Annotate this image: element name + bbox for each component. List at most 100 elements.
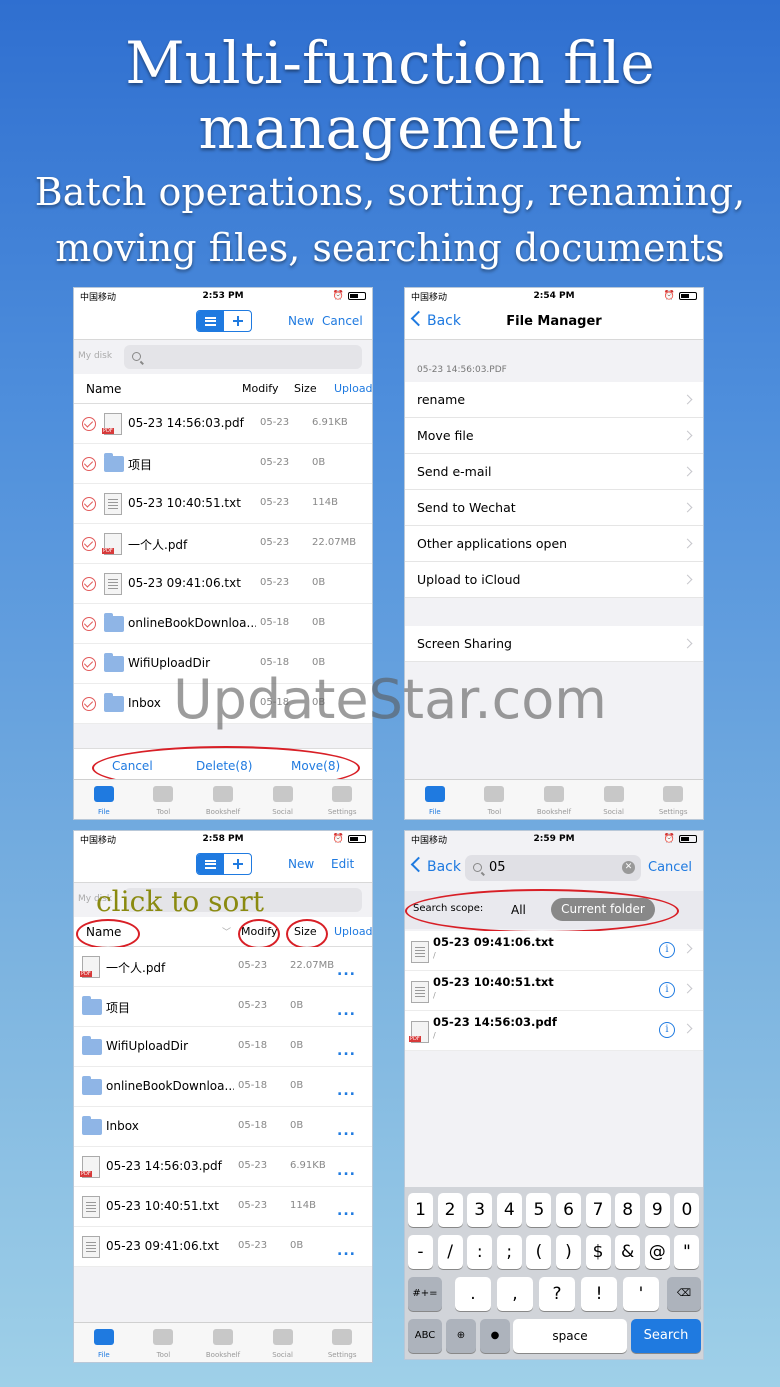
info-icon[interactable]: i (659, 942, 675, 958)
key[interactable]: ' (623, 1277, 659, 1311)
key[interactable]: . (455, 1277, 491, 1311)
menu-item[interactable]: Upload to iCloud (405, 562, 703, 598)
key[interactable]: 3 (467, 1193, 493, 1227)
key[interactable]: @ (644, 1235, 670, 1269)
tab-settings[interactable]: Settings (312, 1323, 372, 1362)
globe-icon[interactable]: ⊕ (446, 1319, 476, 1353)
key[interactable]: ( (526, 1235, 552, 1269)
backspace-icon[interactable]: ⌫ (667, 1277, 701, 1311)
upload-button[interactable]: Upload (334, 382, 372, 395)
checkbox-checked-icon[interactable] (82, 577, 96, 591)
sort-name-button[interactable]: Name (86, 382, 121, 396)
new-button[interactable]: New (288, 857, 314, 871)
key[interactable]: 1 (408, 1193, 433, 1227)
key[interactable]: 7 (585, 1193, 611, 1227)
back-button[interactable]: Back (413, 859, 461, 875)
tab-file[interactable]: File (74, 780, 134, 819)
list-item[interactable]: Inbox 05-18 0B... (74, 1107, 372, 1147)
upload-button[interactable]: Upload (334, 925, 372, 938)
grid-view-icon[interactable] (224, 311, 251, 331)
key[interactable]: 9 (644, 1193, 670, 1227)
key[interactable]: , (497, 1277, 533, 1311)
cancel-button[interactable]: Cancel (648, 860, 692, 875)
menu-item[interactable]: Other applications open (405, 526, 703, 562)
menu-item[interactable]: Screen Sharing (405, 626, 703, 662)
tab-settings[interactable]: Settings (643, 780, 703, 819)
tab-bookshelf[interactable]: Bookshelf (193, 1323, 253, 1362)
checkbox-checked-icon[interactable] (82, 457, 96, 471)
info-icon[interactable]: i (659, 1022, 675, 1038)
cancel-button[interactable]: Cancel (322, 314, 363, 328)
key[interactable]: - (408, 1235, 433, 1269)
more-options-button[interactable]: ... (337, 1003, 356, 1019)
tab-settings[interactable]: Settings (312, 780, 372, 819)
key[interactable]: / (437, 1235, 463, 1269)
space-key[interactable]: space (513, 1319, 627, 1353)
checkbox-checked-icon[interactable] (82, 617, 96, 631)
search-result-item[interactable]: 05-23 09:41:06.txt / i (405, 931, 703, 971)
sort-size-button[interactable]: Size (294, 382, 317, 395)
list-item[interactable]: 05-23 14:56:03.pdf 05-23 6.91KB... (74, 1147, 372, 1187)
tab-social[interactable]: Social (253, 1323, 313, 1362)
new-button[interactable]: New (288, 314, 314, 328)
tab-social[interactable]: Social (584, 780, 644, 819)
key[interactable]: 2 (437, 1193, 463, 1227)
list-item[interactable]: 05-23 10:40:51.txt 05-23 114B... (74, 1187, 372, 1227)
key[interactable]: 6 (556, 1193, 581, 1227)
checkbox-checked-icon[interactable] (82, 537, 96, 551)
more-options-button[interactable]: ... (337, 1083, 356, 1099)
key[interactable]: ! (581, 1277, 617, 1311)
list-item[interactable]: onlineBookDownloa... 05-18 0B... (74, 1067, 372, 1107)
tab-social[interactable]: Social (253, 780, 313, 819)
key[interactable]: 8 (615, 1193, 641, 1227)
tab-bookshelf[interactable]: Bookshelf (193, 780, 253, 819)
key[interactable]: ) (556, 1235, 581, 1269)
key[interactable]: 0 (674, 1193, 700, 1227)
menu-item[interactable]: Move file (405, 418, 703, 454)
more-options-button[interactable]: ... (337, 1123, 356, 1139)
key[interactable]: : (467, 1235, 493, 1269)
checkbox-checked-icon[interactable] (82, 417, 96, 431)
more-options-button[interactable]: ... (337, 1163, 356, 1179)
search-result-item[interactable]: 05-23 14:56:03.pdf / i (405, 1011, 703, 1051)
list-item[interactable]: 项目 05-23 0B (74, 444, 372, 484)
tab-tool[interactable]: Tool (134, 780, 194, 819)
list-item[interactable]: 05-23 14:56:03.pdf 05-23 6.91KB (74, 404, 372, 444)
more-options-button[interactable]: ... (337, 1243, 356, 1259)
symbols-key[interactable]: #+= (408, 1277, 442, 1311)
key[interactable]: ; (496, 1235, 522, 1269)
search-key[interactable]: Search (631, 1319, 701, 1353)
edit-button[interactable]: Edit (331, 857, 354, 871)
list-item[interactable]: 项目 05-23 0B... (74, 987, 372, 1027)
search-result-item[interactable]: 05-23 10:40:51.txt / i (405, 971, 703, 1011)
list-item[interactable]: 05-23 09:41:06.txt 05-23 0B (74, 564, 372, 604)
more-options-button[interactable]: ... (337, 1203, 356, 1219)
tab-bookshelf[interactable]: Bookshelf (524, 780, 584, 819)
key[interactable]: " (674, 1235, 700, 1269)
more-options-button[interactable]: ... (337, 963, 356, 979)
view-toggle[interactable] (196, 853, 252, 875)
grid-view-icon[interactable] (224, 854, 251, 874)
checkbox-checked-icon[interactable] (82, 497, 96, 511)
key[interactable]: & (615, 1235, 641, 1269)
sort-modify-button[interactable]: Modify (242, 382, 278, 395)
abc-key[interactable]: ABC (408, 1319, 442, 1353)
tab-tool[interactable]: Tool (134, 1323, 194, 1362)
list-item[interactable]: onlineBookDownloa... 05-18 0B (74, 604, 372, 644)
list-item[interactable]: WifiUploadDir 05-18 0B... (74, 1027, 372, 1067)
key[interactable]: 5 (526, 1193, 552, 1227)
list-item[interactable]: 05-23 10:40:51.txt 05-23 114B (74, 484, 372, 524)
key[interactable]: 4 (496, 1193, 522, 1227)
list-view-icon[interactable] (197, 854, 224, 874)
menu-item[interactable]: rename (405, 382, 703, 418)
list-item[interactable]: 一个人.pdf 05-23 22.07MB... (74, 947, 372, 987)
clear-icon[interactable]: ✕ (622, 861, 635, 874)
menu-item[interactable]: Send e-mail (405, 454, 703, 490)
search-field[interactable]: 05 ✕ (465, 855, 641, 881)
info-icon[interactable]: i (659, 982, 675, 998)
tab-tool[interactable]: Tool (465, 780, 525, 819)
list-item[interactable]: 一个人.pdf 05-23 22.07MB (74, 524, 372, 564)
microphone-icon[interactable]: ● (480, 1319, 510, 1353)
key[interactable]: $ (585, 1235, 611, 1269)
menu-item[interactable]: Send to Wechat (405, 490, 703, 526)
